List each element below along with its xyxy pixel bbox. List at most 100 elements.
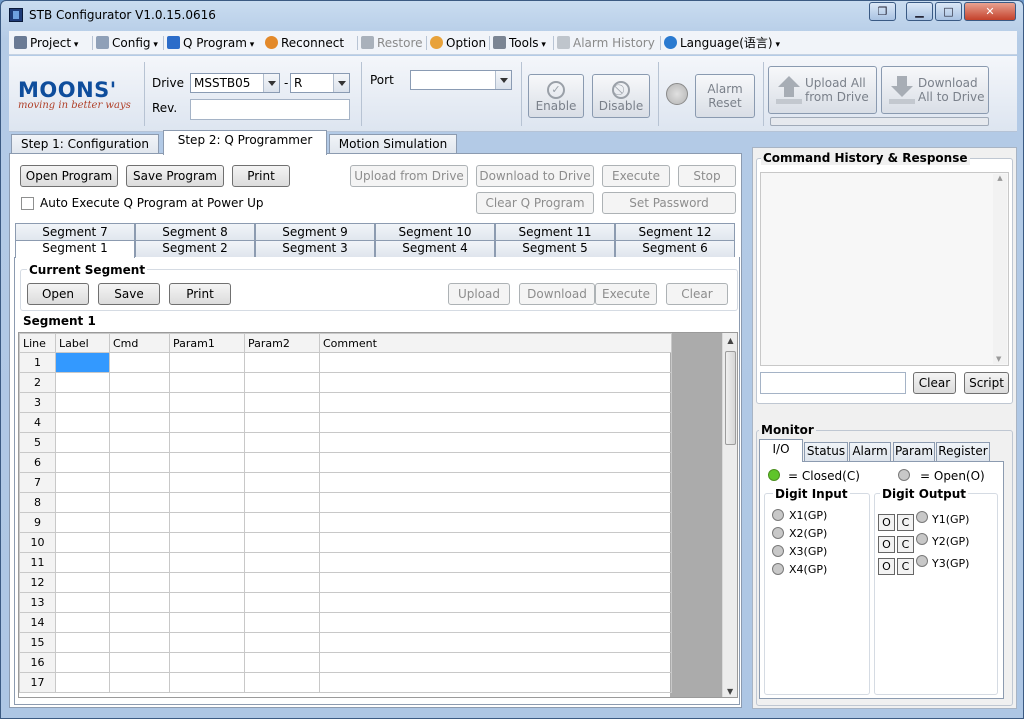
param1-cell[interactable] — [169, 352, 245, 373]
segment-tab-3[interactable]: Segment 3 — [255, 240, 375, 257]
table-row[interactable]: 17 — [19, 672, 672, 693]
output-open-button[interactable]: O — [878, 558, 895, 575]
main-tab-1[interactable]: Step 1: Configuration — [11, 134, 159, 155]
comment-cell[interactable] — [319, 612, 672, 633]
cmd-cell[interactable] — [109, 552, 170, 573]
label-cell[interactable] — [55, 512, 110, 533]
table-row[interactable]: 10 — [19, 532, 672, 553]
comment-cell[interactable] — [319, 492, 672, 513]
menu-item-restore[interactable]: Restore — [361, 34, 423, 52]
param1-cell[interactable] — [169, 672, 245, 693]
comment-cell[interactable] — [319, 392, 672, 413]
param1-cell[interactable] — [169, 652, 245, 673]
param1-cell[interactable] — [169, 472, 245, 493]
disable-button[interactable]: ⃠ Disable — [592, 74, 650, 118]
column-header-line[interactable]: Line — [19, 333, 56, 353]
table-row[interactable]: 9 — [19, 512, 672, 533]
comment-cell[interactable] — [319, 592, 672, 613]
cmd-cell[interactable] — [109, 612, 170, 633]
clear-q-program-button[interactable]: Clear Q Program — [476, 192, 594, 214]
table-row[interactable]: 8 — [19, 492, 672, 513]
comment-cell[interactable] — [319, 472, 672, 493]
monitor-tab-status[interactable]: Status — [804, 442, 848, 461]
param2-cell[interactable] — [244, 552, 320, 573]
param2-cell[interactable] — [244, 652, 320, 673]
history-script-button[interactable]: Script — [964, 372, 1009, 394]
selected-cell[interactable] — [55, 352, 110, 373]
monitor-tab-alarm[interactable]: Alarm — [849, 442, 891, 461]
param1-cell[interactable] — [169, 572, 245, 593]
param1-cell[interactable] — [169, 532, 245, 553]
download-all-button[interactable]: Download All to Drive — [881, 66, 989, 114]
segment-tab-4[interactable]: Segment 4 — [375, 240, 495, 257]
table-row[interactable]: 6 — [19, 452, 672, 473]
param1-cell[interactable] — [169, 452, 245, 473]
param2-cell[interactable] — [244, 352, 320, 373]
label-cell[interactable] — [55, 632, 110, 653]
output-open-button[interactable]: O — [878, 536, 895, 553]
table-row[interactable]: 1 — [19, 352, 672, 373]
cmd-cell[interactable] — [109, 352, 170, 373]
segment-open-button[interactable]: Open — [27, 283, 89, 305]
param2-cell[interactable] — [244, 492, 320, 513]
stop-program-button[interactable]: Stop — [678, 165, 736, 187]
table-row[interactable]: 2 — [19, 372, 672, 393]
label-cell[interactable] — [55, 392, 110, 413]
comment-cell[interactable] — [319, 552, 672, 573]
open-program-button[interactable]: Open Program — [20, 165, 118, 187]
monitor-tab-register[interactable]: Register — [936, 442, 990, 461]
menu-item-q-program[interactable]: Q Program ▾ — [167, 34, 254, 52]
restore-window-button[interactable]: ❐ — [869, 2, 896, 21]
comment-cell[interactable] — [319, 572, 672, 593]
param1-cell[interactable] — [169, 432, 245, 453]
label-cell[interactable] — [55, 532, 110, 553]
param2-cell[interactable] — [244, 592, 320, 613]
menu-item-tools[interactable]: Tools ▾ — [493, 34, 546, 52]
param1-cell[interactable] — [169, 612, 245, 633]
label-cell[interactable] — [55, 372, 110, 393]
table-row[interactable]: 16 — [19, 652, 672, 673]
menu-item-reconnect[interactable]: Reconnect — [265, 34, 344, 52]
param1-cell[interactable] — [169, 632, 245, 653]
segment-tab-6[interactable]: Segment 6 — [615, 240, 735, 257]
upload-from-drive-button[interactable]: Upload from Drive — [350, 165, 468, 187]
cmd-cell[interactable] — [109, 412, 170, 433]
param2-cell[interactable] — [244, 372, 320, 393]
command-input[interactable] — [760, 372, 906, 394]
table-row[interactable]: 4 — [19, 412, 672, 433]
table-row[interactable]: 14 — [19, 612, 672, 633]
main-tab-3[interactable]: Motion Simulation — [329, 134, 457, 155]
label-cell[interactable] — [55, 652, 110, 673]
save-program-button[interactable]: Save Program — [126, 165, 224, 187]
comment-cell[interactable] — [319, 452, 672, 473]
param1-cell[interactable] — [169, 592, 245, 613]
cmd-cell[interactable] — [109, 392, 170, 413]
label-cell[interactable] — [55, 472, 110, 493]
param1-cell[interactable] — [169, 392, 245, 413]
output-close-button[interactable]: C — [897, 536, 914, 553]
cmd-cell[interactable] — [109, 452, 170, 473]
label-cell[interactable] — [55, 452, 110, 473]
param1-cell[interactable] — [169, 372, 245, 393]
param2-cell[interactable] — [244, 412, 320, 433]
column-header-cmd[interactable]: Cmd — [109, 333, 170, 353]
menu-item-project[interactable]: Project ▾ — [14, 34, 78, 52]
grid-scrollbar[interactable]: ▲ ▼ — [722, 333, 737, 697]
param2-cell[interactable] — [244, 612, 320, 633]
comment-cell[interactable] — [319, 432, 672, 453]
cmd-cell[interactable] — [109, 432, 170, 453]
menu-item-option[interactable]: Option — [430, 34, 486, 52]
segment-clear-button[interactable]: Clear — [666, 283, 728, 305]
table-row[interactable]: 12 — [19, 572, 672, 593]
program-grid[interactable]: Line Label Cmd Param1 Param2 Comment 12345678… — [18, 332, 738, 698]
param2-cell[interactable] — [244, 452, 320, 473]
segment-tab-2[interactable]: Segment 2 — [135, 240, 255, 257]
label-cell[interactable] — [55, 412, 110, 433]
column-header-label[interactable]: Label — [55, 333, 110, 353]
cmd-cell[interactable] — [109, 512, 170, 533]
cmd-cell[interactable] — [109, 592, 170, 613]
label-cell[interactable] — [55, 552, 110, 573]
comment-cell[interactable] — [319, 512, 672, 533]
param2-cell[interactable] — [244, 512, 320, 533]
close-button[interactable]: ✕ — [964, 2, 1016, 21]
